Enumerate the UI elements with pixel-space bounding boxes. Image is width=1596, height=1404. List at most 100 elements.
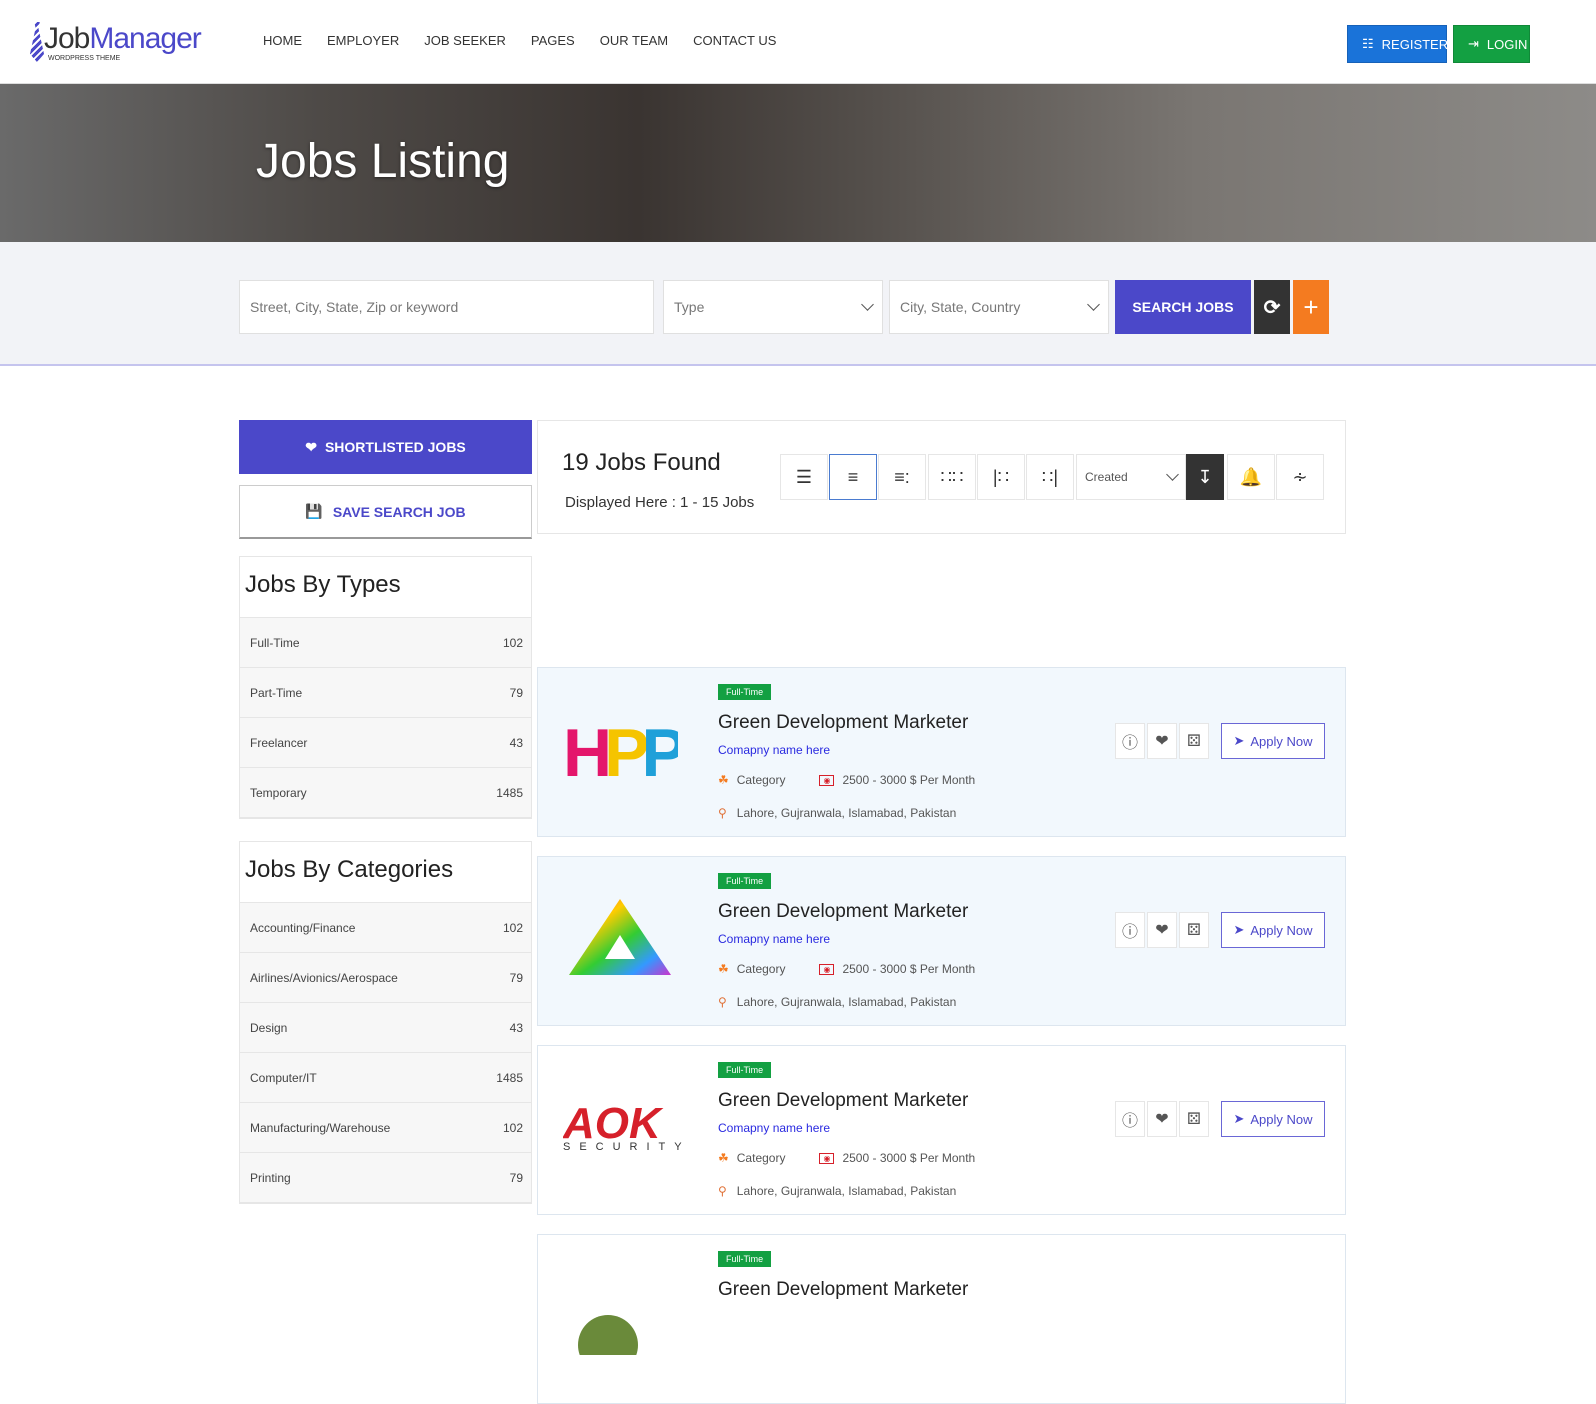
money-icon: ◉	[819, 1152, 835, 1164]
followers-button[interactable]: ⚄	[1179, 723, 1209, 759]
shortlisted-label: SHORTLISTED JOBS	[324, 439, 466, 455]
company-logo	[563, 897, 678, 977]
shortlist-button[interactable]: ❤	[1147, 723, 1177, 759]
filter-item[interactable]: Freelancer 43	[240, 718, 531, 768]
users-icon: ⚄	[1187, 733, 1201, 750]
map-pin-icon: ⚲	[718, 995, 727, 1009]
filter-label: Temporary	[250, 785, 307, 800]
advanced-search-button[interactable]: +	[1293, 280, 1329, 334]
view-grid-icon[interactable]: ∷∷	[928, 454, 976, 500]
info-button[interactable]: ⓘ	[1115, 723, 1145, 759]
company-link[interactable]: Comapny name here	[718, 932, 830, 946]
filter-item[interactable]: Temporary 1485	[240, 768, 531, 818]
heart-icon: ❤	[1155, 922, 1169, 939]
results-area: 19 Jobs Found Displayed Here : 1 - 15 Jo…	[537, 420, 1346, 1404]
company-logo: AOK SECURITY	[562, 1086, 682, 1166]
company-link[interactable]: Comapny name here	[718, 743, 830, 757]
nav-employer[interactable]: EMPLOYER	[327, 33, 399, 48]
type-select[interactable]: Type	[663, 280, 883, 334]
money-icon: ◉	[819, 774, 835, 786]
shortlist-button[interactable]: ❤	[1147, 1101, 1177, 1137]
keyword-input[interactable]: Street, City, State, Zip or keyword	[239, 280, 654, 334]
job-location: ⚲ Lahore, Gujranwala, Islamabad, Pakistan	[718, 995, 956, 1009]
apply-label: Apply Now	[1250, 922, 1313, 938]
login-button[interactable]: ⇥ LOGIN	[1453, 25, 1530, 63]
shortlist-button[interactable]: ❤	[1147, 912, 1177, 948]
job-card[interactable]: HPPY Full-Time Green Development Markete…	[537, 667, 1346, 837]
job-category: Category	[736, 962, 786, 976]
nav-pages[interactable]: PAGES	[531, 33, 575, 48]
shortlisted-jobs-button[interactable]: ❤ SHORTLISTED JOBS	[239, 420, 532, 474]
rss-feed-button[interactable]: ∻	[1276, 454, 1324, 500]
filter-count: 102	[502, 1120, 523, 1135]
job-card[interactable]: Full-Time Green Development Marketer Com…	[537, 856, 1346, 1026]
filter-item[interactable]: Computer/IT 1485	[240, 1053, 531, 1103]
main-nav: HOME EMPLOYER JOB SEEKER PAGES OUR TEAM …	[263, 33, 801, 48]
apply-now-button[interactable]: ➤ Apply Now	[1221, 912, 1325, 948]
sort-order-button[interactable]: ↧	[1186, 454, 1224, 500]
nav-job-seeker[interactable]: JOB SEEKER	[424, 33, 506, 48]
nav-home[interactable]: HOME	[263, 33, 302, 48]
location-select[interactable]: City, State, Country	[889, 280, 1109, 334]
filter-item[interactable]: Manufacturing/Warehouse 102	[240, 1103, 531, 1153]
logo-text-manager: Manager	[89, 22, 201, 55]
location-text: Lahore, Gujranwala, Islamabad, Pakistan	[736, 1184, 957, 1198]
logo[interactable]: Job Manager WORDPRESS THEME	[30, 22, 202, 62]
apply-now-button[interactable]: ➤ Apply Now	[1221, 723, 1325, 759]
apply-label: Apply Now	[1250, 1111, 1313, 1127]
view-compact-list-icon[interactable]: ≡:	[878, 454, 926, 500]
company-logo	[563, 1275, 678, 1375]
user-icon: ☷	[1362, 36, 1374, 51]
company-logo: HPPY	[563, 708, 732, 791]
apply-label: Apply Now	[1250, 733, 1313, 749]
hero-banner: Jobs Listing	[0, 84, 1596, 242]
view-list-icon[interactable]: ☰	[780, 454, 828, 500]
company-link[interactable]: Comapny name here	[718, 1121, 830, 1135]
jobs-by-types: Jobs By Types Full-Time 102 Part-Time 79 Fre…	[239, 556, 532, 819]
nav-contact-us[interactable]: CONTACT US	[693, 33, 776, 48]
view-grid-right-icon[interactable]: ∷|	[1026, 454, 1074, 500]
search-jobs-button[interactable]: SEARCH JOBS	[1115, 280, 1251, 334]
filter-item[interactable]: Full-Time 102	[240, 618, 531, 668]
followers-button[interactable]: ⚄	[1179, 1101, 1209, 1137]
sidebar: ❤ SHORTLISTED JOBS 💾 SAVE SEARCH JOB Jobs …	[239, 420, 532, 1204]
svg-text:HPPY: HPPY	[563, 715, 678, 788]
rss-icon: ∻	[1292, 466, 1308, 487]
job-title[interactable]: Green Development Marketer	[718, 1279, 968, 1301]
view-bullet-list-icon[interactable]: ≡	[829, 454, 877, 500]
job-title[interactable]: Green Development Marketer	[718, 901, 968, 923]
filter-item[interactable]: Airlines/Avionics/Aerospace 79	[240, 953, 531, 1003]
filter-item[interactable]: Part-Time 79	[240, 668, 531, 718]
job-meta: ☘ Category ◉ 2500 - 3000 $ Per Month	[718, 962, 975, 976]
apply-now-button[interactable]: ➤ Apply Now	[1221, 1101, 1325, 1137]
job-title[interactable]: Green Development Marketer	[718, 1090, 968, 1112]
job-card[interactable]: Full-Time Green Development Marketer	[537, 1234, 1346, 1404]
map-pin-icon: ⚲	[718, 1184, 727, 1198]
info-button[interactable]: ⓘ	[1115, 912, 1145, 948]
filter-item[interactable]: Design 43	[240, 1003, 531, 1053]
info-icon: ⓘ	[1121, 735, 1138, 752]
filter-item[interactable]: Printing 79	[240, 1153, 531, 1203]
logo-subtitle: WORDPRESS THEME	[48, 55, 121, 62]
filter-label: Freelancer	[250, 735, 308, 750]
filter-count: 79	[509, 970, 523, 985]
info-button[interactable]: ⓘ	[1115, 1101, 1145, 1137]
filter-item[interactable]: Accounting/Finance 102	[240, 903, 531, 953]
filter-count: 1485	[496, 1070, 523, 1085]
jobs-by-categories: Jobs By Categories Accounting/Finance 102…	[239, 841, 532, 1204]
nav-our-team[interactable]: OUR TEAM	[600, 33, 668, 48]
job-category: Category	[736, 773, 786, 787]
heart-icon: ❤	[305, 438, 317, 455]
sort-select[interactable]: Created	[1076, 454, 1186, 500]
jobs-found-count: 19 Jobs Found	[562, 449, 721, 476]
view-grid-left-icon[interactable]: |∷	[977, 454, 1025, 500]
job-card[interactable]: AOK SECURITY Full-Time Green Development …	[537, 1045, 1346, 1215]
reset-button[interactable]: ⟳	[1254, 280, 1290, 334]
filter-count: 43	[509, 735, 523, 750]
register-button[interactable]: ☷ REGISTER	[1347, 25, 1448, 63]
job-alert-button[interactable]: 🔔	[1227, 454, 1275, 500]
refresh-icon: ⟳	[1263, 296, 1281, 319]
job-title[interactable]: Green Development Marketer	[718, 712, 968, 734]
followers-button[interactable]: ⚄	[1179, 912, 1209, 948]
save-search-button[interactable]: 💾 SAVE SEARCH JOB	[239, 485, 532, 539]
